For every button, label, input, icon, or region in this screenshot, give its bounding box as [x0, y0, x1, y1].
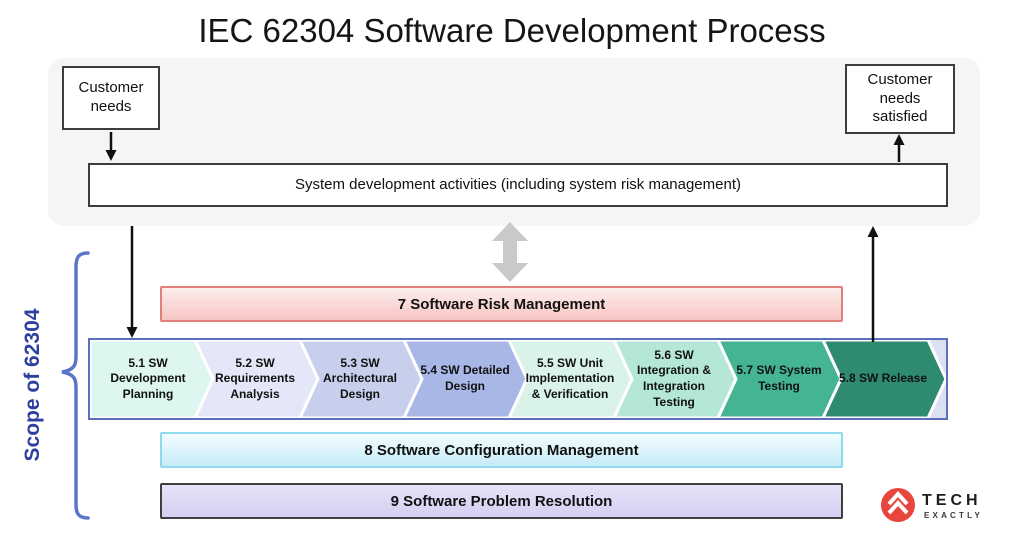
arrow-system-to-process-icon: [126, 226, 138, 338]
page-title: IEC 62304 Software Development Process: [198, 12, 826, 49]
problem-resolution-bar: 9 Software Problem Resolution: [160, 483, 843, 519]
config-management-label: 8 Software Configuration Management: [364, 441, 639, 459]
diagram-canvas: IEC 62304 Software Development Process C…: [0, 0, 1024, 533]
techexactly-logo: TECH EXACTLY: [876, 484, 1016, 528]
chevron-step-5-8: 5.8 SW Release: [838, 371, 928, 386]
logo-subtext: EXACTLY: [924, 511, 984, 520]
logo-icon: [881, 488, 915, 522]
chevron-step-5-3: 5.3 SW Architectural Design: [322, 355, 398, 401]
customer-needs-satisfied-label: Customer needs satisfied: [867, 70, 933, 126]
customer-needs-label: Customer needs: [78, 79, 144, 115]
chevron-step-5-2: 5.2 SW Requirements Analysis: [214, 355, 296, 401]
problem-resolution-label: 9 Software Problem Resolution: [390, 492, 613, 510]
chevron-step-5-1: 5.1 SW Development Planning: [110, 355, 186, 401]
scope-bracket-icon: [61, 251, 90, 520]
chevron-step-5-5: 5.5 SW Unit Implementation & Verificatio…: [525, 355, 615, 401]
customer-needs-box: Customer needs: [62, 66, 160, 130]
scope-label: Scope of 62304: [21, 308, 44, 462]
config-management-bar: 8 Software Configuration Management: [160, 432, 843, 468]
logo-text: TECH: [922, 492, 982, 509]
double-arrow-icon: [492, 222, 528, 282]
chevron-step-5-4: 5.4 SW Detailed Design: [420, 363, 510, 393]
risk-management-label: 7 Software Risk Management: [397, 295, 606, 313]
chevron-step-5-6: 5.6 SW Integration & Integration Testing: [637, 347, 711, 409]
system-activities-box: System development activities (including…: [88, 163, 948, 207]
risk-management-bar: 7 Software Risk Management: [160, 286, 843, 322]
customer-needs-satisfied-box: Customer needs satisfied: [845, 64, 955, 134]
system-activities-label: System development activities (including…: [294, 175, 741, 193]
arrow-release-to-system-icon: [867, 226, 879, 342]
chevron-step-5-7: 5.7 SW System Testing: [736, 363, 822, 393]
